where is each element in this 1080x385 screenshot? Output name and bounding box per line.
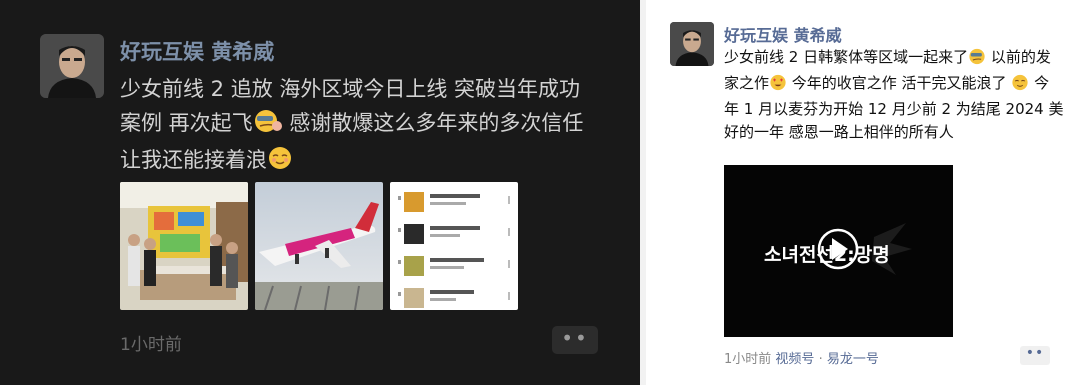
- post-footer: 1小时前 视频号 · 易龙一号: [724, 348, 879, 367]
- video-title: 소녀전선2:망명: [764, 244, 890, 266]
- more-actions-button[interactable]: ••: [552, 326, 598, 354]
- image-grid: [120, 182, 518, 310]
- post-text-part: 少女前线 2 日韩繁体等区域一起来了: [724, 48, 969, 66]
- post-text: 少女前线 2 追放 海外区域今日上线 突破当年成功案例 再次起飞 感谢散爆这么多…: [120, 72, 600, 180]
- heart-eyes-emoji-icon: [769, 74, 787, 98]
- post-time: 1小时前: [724, 352, 772, 367]
- smug-emoji-icon: [1011, 74, 1029, 98]
- channel-name[interactable]: 易龙一号: [827, 352, 879, 367]
- avatar[interactable]: [40, 34, 104, 98]
- more-actions-button[interactable]: ••: [1020, 346, 1050, 365]
- smug-emoji-icon: [267, 146, 293, 180]
- left-moment-card: 好玩互娱 黄希威 少女前线 2 追放 海外区域今日上线 突破当年成功案例 再次起…: [0, 0, 640, 385]
- music-chart-screenshot[interactable]: [390, 182, 518, 310]
- post-text: 少女前线 2 日韩繁体等区域一起来了 以前的发家之作 今年的收官之作 活干完又能…: [724, 46, 1064, 144]
- channels-label[interactable]: 视频号: [775, 352, 814, 367]
- right-moment-card: 好玩互娱 黄希威 少女前线 2 日韩繁体等区域一起来了 以前的发家之作 今年的收…: [646, 0, 1080, 385]
- avatar[interactable]: [670, 22, 714, 66]
- smirk-emoji-icon: [253, 109, 283, 143]
- author-name[interactable]: 好玩互娱 黄希威: [120, 36, 274, 66]
- smirk-emoji-icon: [968, 48, 986, 72]
- separator-dot: ·: [818, 352, 823, 367]
- author-name[interactable]: 好玩互娱 黄希威: [724, 22, 842, 46]
- office-party-photo[interactable]: [120, 182, 248, 310]
- airplane-photo[interactable]: [255, 182, 383, 310]
- video-thumbnail[interactable]: 소녀전선2:망명: [724, 165, 953, 337]
- post-text-part: 今年的收官之作 活干完又能浪了: [787, 74, 1012, 92]
- post-time: 1小时前: [120, 335, 182, 355]
